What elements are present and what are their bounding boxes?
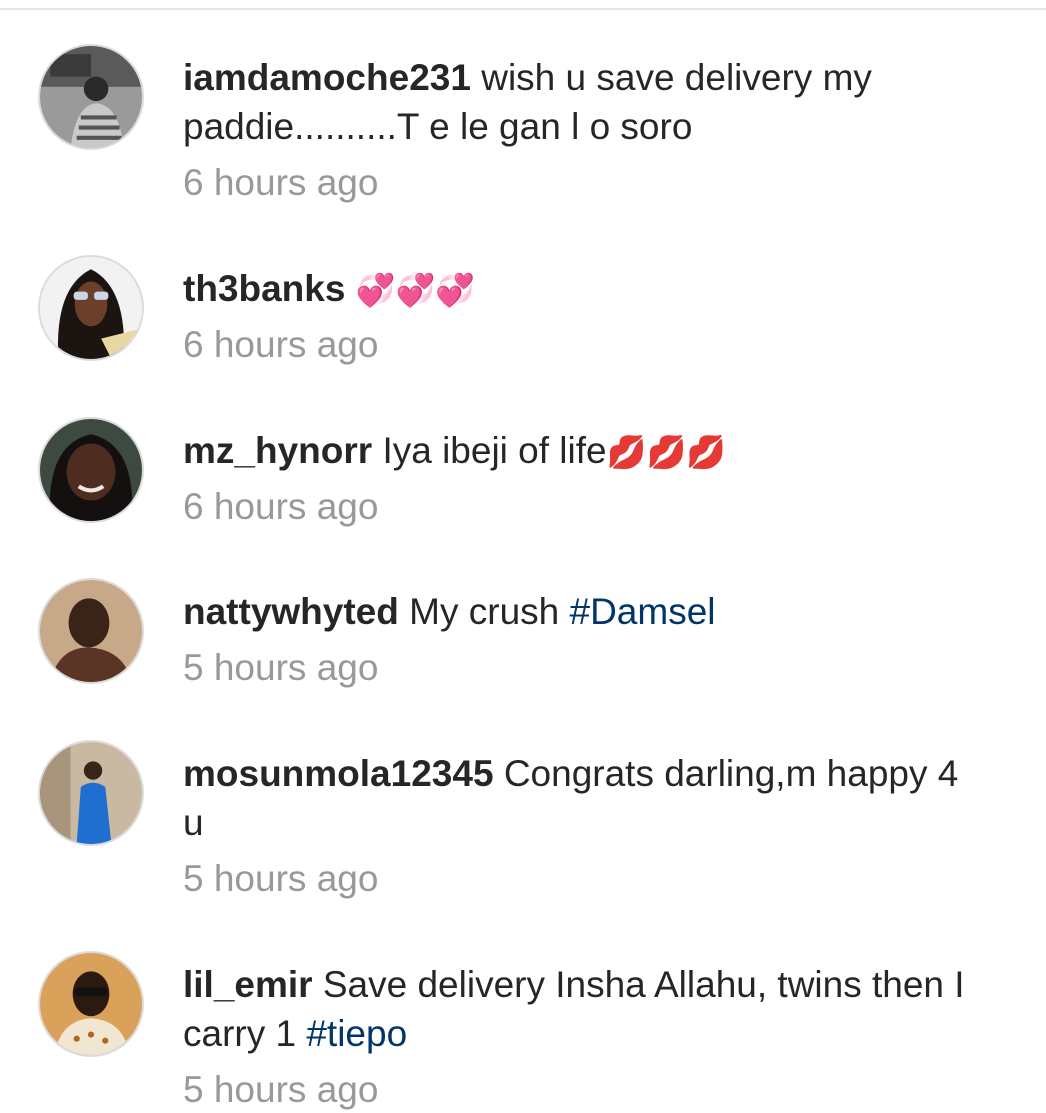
profile-photo-icon [40,742,142,844]
profile-photo-icon [40,953,142,1055]
comment-text: mosunmola12345 Congrats darling,m happy … [183,749,983,847]
hashtag-link[interactable]: #tiepo [306,1013,407,1054]
comment-username[interactable]: nattywhyted [183,591,399,632]
avatar[interactable] [38,740,144,846]
comment-username[interactable]: th3banks [183,268,345,309]
profile-photo-icon [40,46,142,148]
comment-text: iamdamoche231 wish u save delivery my pa… [183,53,983,151]
comment-time: 5 hours ago [183,647,379,688]
profile-photo-icon [40,580,142,682]
avatar[interactable] [38,951,144,1057]
comment-text: th3banks 💞💞💞 [183,264,983,313]
comment-username[interactable]: mosunmola12345 [183,753,494,794]
comment-body: Iya ibeji of life [382,430,607,471]
comment-username[interactable]: lil_emir [183,964,313,1005]
avatar[interactable] [38,44,144,150]
comment-time: 5 hours ago [183,1069,379,1110]
comment-time: 6 hours ago [183,162,379,203]
comment-text: mz_hynorr Iya ibeji of life💋💋💋 [183,426,983,475]
heart-emoji-icon: 💞💞💞 [355,272,476,308]
kiss-emoji-icon: 💋💋💋 [606,434,727,470]
top-divider [0,0,1046,10]
comment-username[interactable]: mz_hynorr [183,430,372,471]
avatar[interactable] [38,255,144,361]
comment-text: nattywhyted My crush #Damsel [183,587,983,636]
avatar[interactable] [38,578,144,684]
avatar[interactable] [38,417,144,523]
profile-photo-icon [40,257,142,359]
hashtag-link[interactable]: #Damsel [570,591,716,632]
comment-text: lil_emir Save delivery Insha Allahu, twi… [183,960,983,1058]
comment-username[interactable]: iamdamoche231 [183,57,471,98]
profile-photo-icon [40,419,142,521]
comment-time: 6 hours ago [183,486,379,527]
comment-time: 6 hours ago [183,324,379,365]
comment-time: 5 hours ago [183,858,379,899]
comment-body: My crush [409,591,560,632]
